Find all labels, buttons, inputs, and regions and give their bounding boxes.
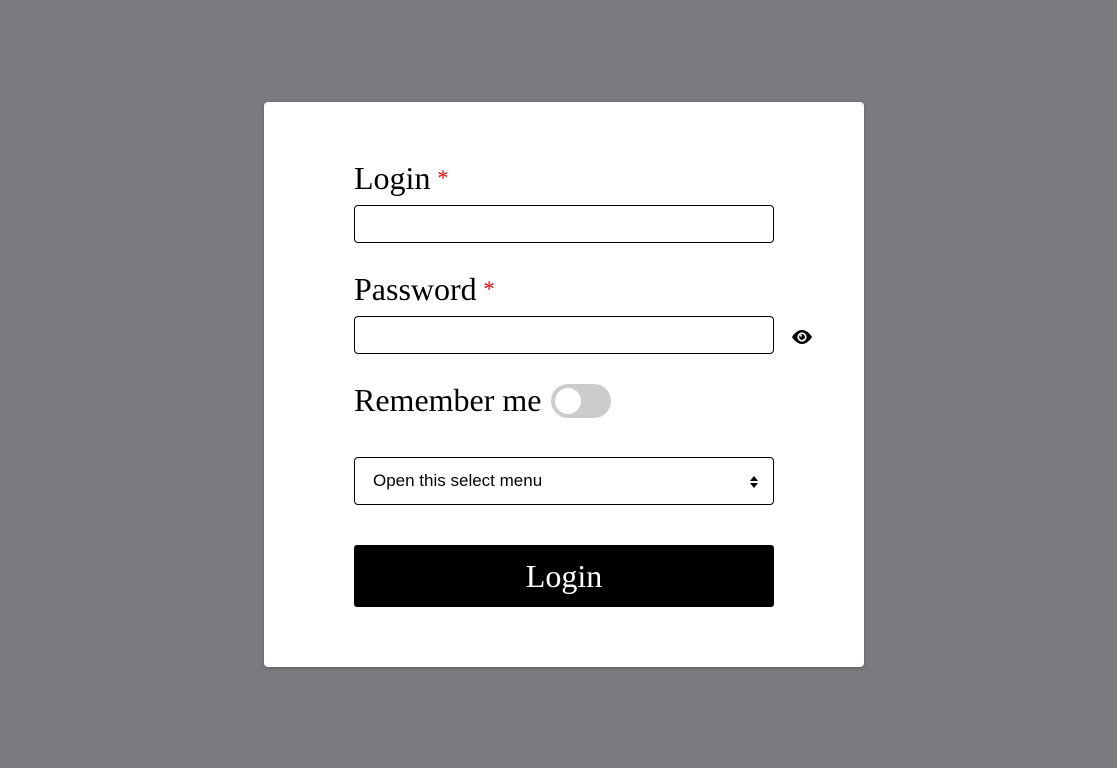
password-input[interactable] — [354, 316, 774, 354]
password-label-row: Password * — [354, 271, 495, 308]
password-label: Password — [354, 271, 477, 307]
sort-arrows-icon — [749, 474, 759, 488]
login-card: Login * Password * Remember me Open this… — [264, 102, 864, 667]
select-value: Open this select menu — [373, 471, 543, 490]
options-select[interactable]: Open this select menu — [354, 457, 774, 505]
password-required-mark: * — [483, 276, 495, 301]
login-input[interactable] — [354, 205, 774, 243]
eye-icon[interactable] — [790, 327, 814, 347]
login-label: Login — [354, 160, 431, 196]
login-button[interactable]: Login — [354, 545, 774, 607]
login-label-row: Login * — [354, 160, 448, 197]
remember-me-toggle[interactable] — [551, 384, 611, 418]
remember-me-label: Remember me — [354, 382, 542, 418]
login-required-mark: * — [437, 165, 449, 190]
remember-label-row: Remember me — [354, 382, 541, 419]
toggle-knob — [555, 388, 581, 414]
